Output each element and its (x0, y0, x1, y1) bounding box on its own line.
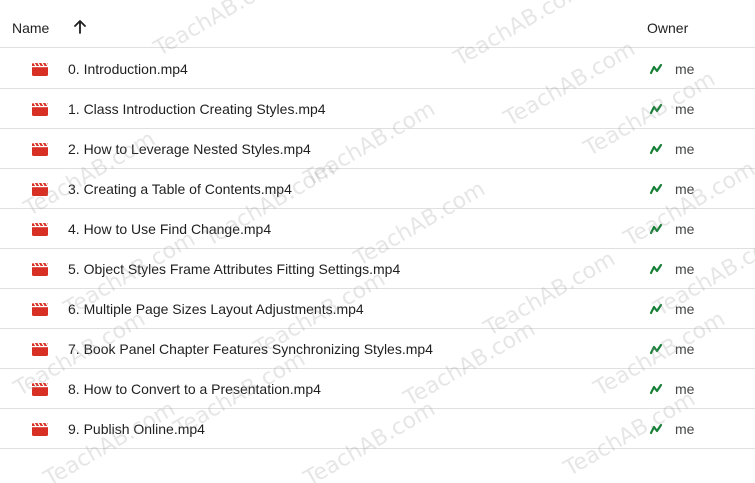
owner-name: me (675, 421, 695, 437)
owner-name: me (675, 301, 695, 317)
video-file-icon (32, 142, 49, 156)
file-row[interactable]: 1. Class Introduction Creating Styles.mp… (0, 89, 755, 129)
file-list: 0. Introduction.mp4 me 1. Class Introducti… (0, 49, 755, 449)
shared-owner-icon (649, 183, 663, 195)
file-row[interactable]: 2. How to Leverage Nested Styles.mp4 me (0, 129, 755, 169)
file-row[interactable]: 5. Object Styles Frame Attributes Fittin… (0, 249, 755, 289)
file-row[interactable]: 4. How to Use Find Change.mp4 me (0, 209, 755, 249)
video-file-icon (32, 382, 49, 396)
video-file-icon (32, 422, 49, 436)
file-name[interactable]: 1. Class Introduction Creating Styles.mp… (68, 101, 326, 117)
shared-owner-icon (649, 383, 663, 395)
shared-owner-icon (649, 63, 663, 75)
file-row[interactable]: 0. Introduction.mp4 me (0, 49, 755, 89)
file-name[interactable]: 0. Introduction.mp4 (68, 61, 188, 77)
list-header: Name Owner (0, 0, 755, 48)
shared-owner-icon (649, 103, 663, 115)
file-row[interactable]: 7. Book Panel Chapter Features Synchroni… (0, 329, 755, 369)
file-name[interactable]: 6. Multiple Page Sizes Layout Adjustment… (68, 301, 364, 317)
video-file-icon (32, 62, 49, 76)
owner-name: me (675, 381, 695, 397)
owner-name: me (675, 141, 695, 157)
file-name[interactable]: 4. How to Use Find Change.mp4 (68, 221, 271, 237)
file-row[interactable]: 8. How to Convert to a Presentation.mp4 m… (0, 369, 755, 409)
file-name[interactable]: 2. How to Leverage Nested Styles.mp4 (68, 141, 311, 157)
shared-owner-icon (649, 223, 663, 235)
shared-owner-icon (649, 343, 663, 355)
file-name[interactable]: 5. Object Styles Frame Attributes Fittin… (68, 261, 400, 277)
video-file-icon (32, 302, 49, 316)
owner-name: me (675, 101, 695, 117)
file-name[interactable]: 9. Publish Online.mp4 (68, 421, 205, 437)
file-name[interactable]: 8. How to Convert to a Presentation.mp4 (68, 381, 321, 397)
owner-name: me (675, 261, 695, 277)
file-name[interactable]: 3. Creating a Table of Contents.mp4 (68, 181, 292, 197)
shared-owner-icon (649, 423, 663, 435)
video-file-icon (32, 262, 49, 276)
file-name[interactable]: 7. Book Panel Chapter Features Synchroni… (68, 341, 433, 357)
file-row[interactable]: 6. Multiple Page Sizes Layout Adjustment… (0, 289, 755, 329)
owner-name: me (675, 181, 695, 197)
owner-name: me (675, 221, 695, 237)
video-file-icon (32, 222, 49, 236)
shared-owner-icon (649, 143, 663, 155)
owner-name: me (675, 341, 695, 357)
file-row[interactable]: 9. Publish Online.mp4 me (0, 409, 755, 449)
name-column-header[interactable]: Name (12, 20, 49, 36)
owner-column-header[interactable]: Owner (647, 20, 688, 36)
file-list-page: Name Owner 0. Introduction.mp4 me 1. Class… (0, 0, 755, 483)
video-file-icon (32, 342, 49, 356)
arrow-up-icon[interactable] (72, 19, 88, 35)
shared-owner-icon (649, 303, 663, 315)
file-row[interactable]: 3. Creating a Table of Contents.mp4 me (0, 169, 755, 209)
video-file-icon (32, 102, 49, 116)
shared-owner-icon (649, 263, 663, 275)
video-file-icon (32, 182, 49, 196)
owner-name: me (675, 61, 695, 77)
